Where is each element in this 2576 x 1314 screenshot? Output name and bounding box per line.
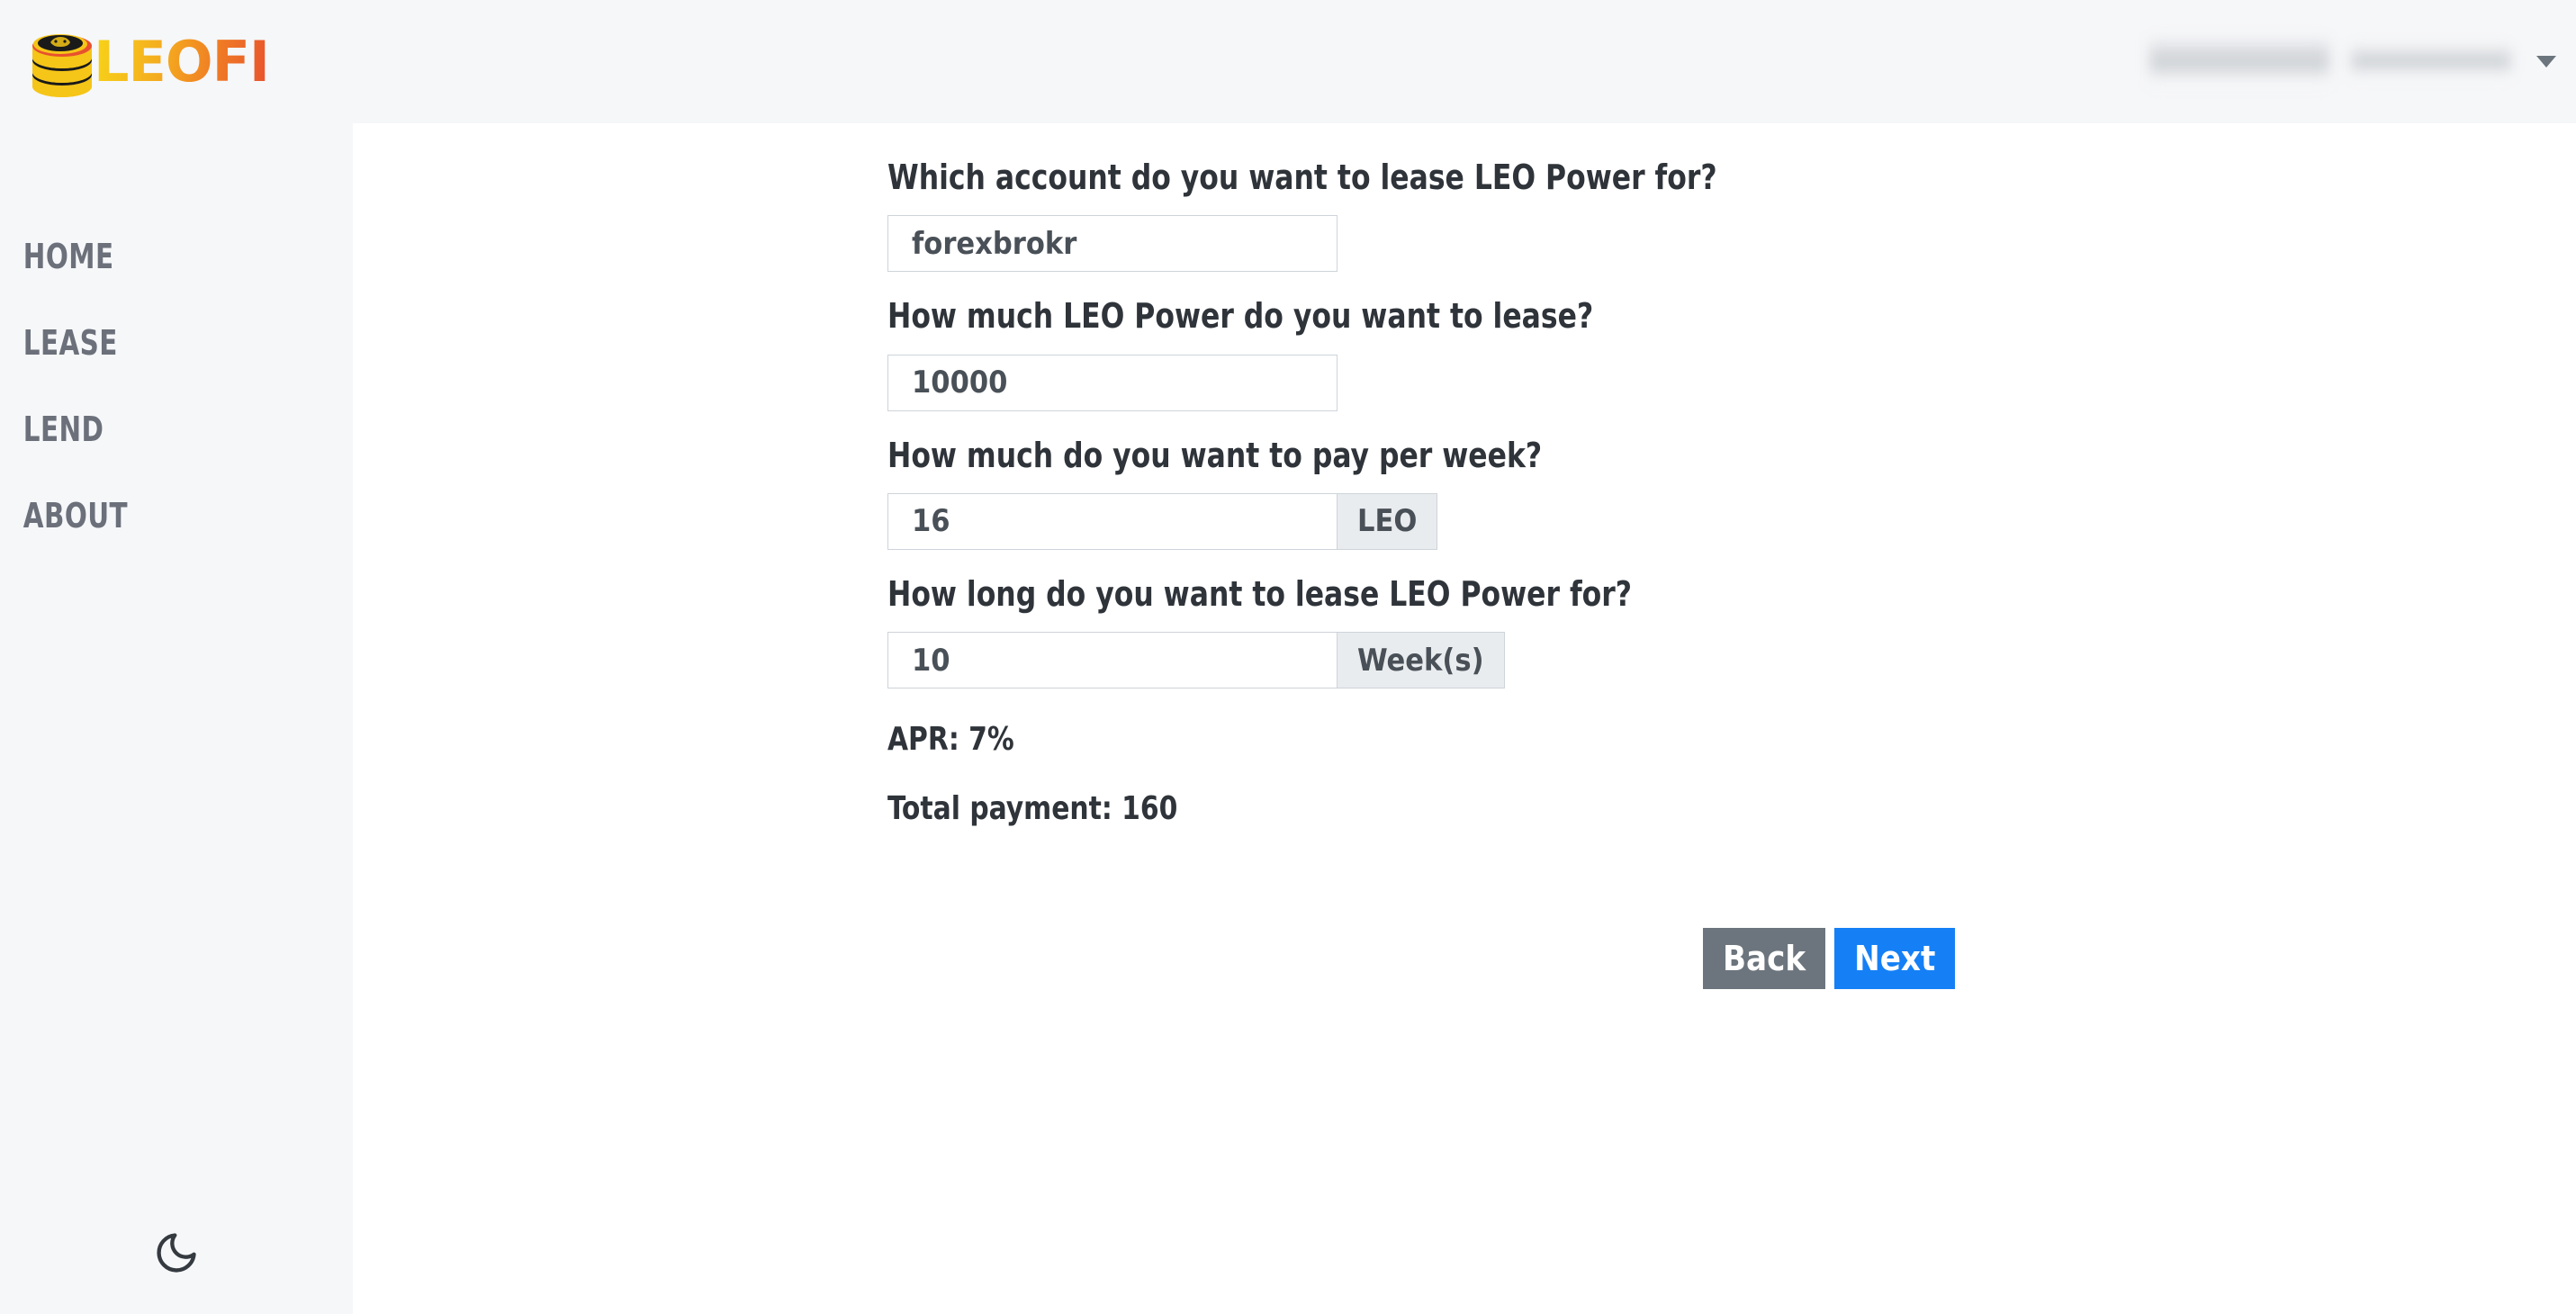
input-group-account <box>887 215 2148 273</box>
field-group-duration: How long do you want to lease LEO Power … <box>887 572 2148 689</box>
moon-icon <box>157 1233 196 1273</box>
main-content: Which account do you want to lease LEO P… <box>353 123 2576 1314</box>
back-button[interactable]: Back <box>1703 928 1826 990</box>
field-group-weekly-payment: How much do you want to pay per week? LE… <box>887 433 2148 550</box>
addon-weeks: Week(s) <box>1338 632 1505 689</box>
addon-leo: LEO <box>1338 492 1438 550</box>
sidebar-item-about[interactable]: ABOUT <box>0 472 303 559</box>
lease-form: Which account do you want to lease LEO P… <box>887 155 2148 990</box>
chevron-down-icon[interactable] <box>2536 56 2556 68</box>
brand-logo-link[interactable]: LEOFI <box>0 0 270 123</box>
label-weekly-payment: How much do you want to pay per week? <box>887 435 1543 475</box>
field-group-amount: How much LEO Power do you want to lease? <box>887 293 2148 411</box>
input-group-amount <box>887 354 2148 411</box>
page-root: LEOFI HOME LEASE LEND ABOUT Which accoun… <box>0 0 2576 1314</box>
label-duration: How long do you want to lease LEO Power … <box>887 573 1633 614</box>
brand-name: LEOFI <box>94 28 270 94</box>
sidebar-item-lend[interactable]: LEND <box>0 386 303 472</box>
dark-mode-toggle[interactable] <box>146 1222 207 1283</box>
input-group-weekly-payment: LEO <box>887 492 2148 550</box>
account-menu[interactable] <box>2149 35 2576 88</box>
form-actions: Back Next <box>887 928 2148 990</box>
account-input[interactable] <box>887 215 1338 273</box>
sidebar-item-home[interactable]: HOME <box>0 213 303 300</box>
sidebar-nav: HOME LEASE LEND ABOUT <box>0 123 353 559</box>
sidebar: HOME LEASE LEND ABOUT <box>0 123 353 1314</box>
account-balance-blurred <box>2149 35 2329 88</box>
label-account: Which account do you want to lease LEO P… <box>887 158 1717 197</box>
duration-input[interactable] <box>887 632 1338 689</box>
apr-text: APR: 7% <box>887 721 1014 759</box>
total-payment-text: Total payment: 160 <box>887 790 1178 828</box>
input-group-duration: Week(s) <box>887 632 2148 689</box>
amount-input[interactable] <box>887 354 1338 411</box>
next-button[interactable]: Next <box>1834 928 1956 990</box>
top-header: LEOFI <box>0 0 2576 123</box>
label-amount: How much LEO Power do you want to lease? <box>887 296 1594 337</box>
sidebar-item-lease[interactable]: LEASE <box>0 300 303 386</box>
leo-coin-stack-icon <box>32 33 92 97</box>
field-group-account: Which account do you want to lease LEO P… <box>887 155 2148 273</box>
account-name-blurred <box>2351 43 2511 80</box>
weekly-payment-input[interactable] <box>887 492 1338 550</box>
